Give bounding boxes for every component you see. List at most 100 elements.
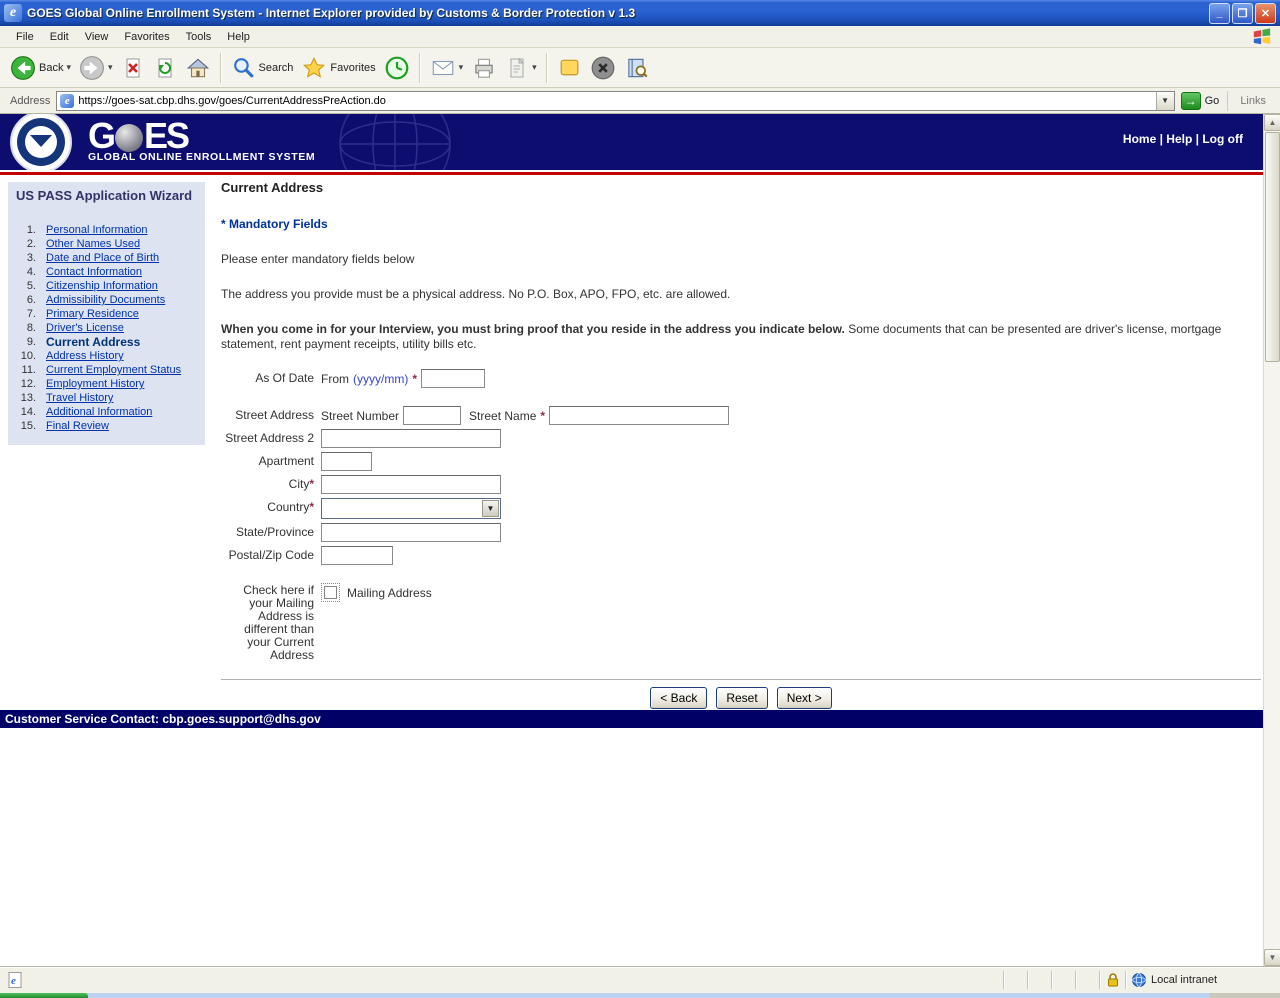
back-dropdown-icon[interactable]: ▾	[66, 62, 71, 73]
step-link[interactable]: Driver's License	[46, 321, 124, 335]
discuss-button[interactable]	[553, 51, 586, 85]
go-button[interactable]: → Go	[1180, 91, 1220, 110]
menu-view[interactable]: View	[77, 28, 117, 46]
next-step-button[interactable]: Next >	[776, 687, 832, 709]
state-input[interactable]	[321, 523, 501, 542]
menu-bar: File Edit View Favorites Tools Help	[0, 26, 1280, 48]
nav-logoff-link[interactable]: Log off	[1202, 132, 1243, 146]
reset-button[interactable]: Reset	[716, 687, 768, 709]
back-step-button[interactable]: < Back	[650, 687, 708, 709]
button-row: < Back Reset Next >	[221, 680, 1261, 709]
step-number: 14.	[20, 406, 36, 418]
menu-help[interactable]: Help	[219, 28, 258, 46]
messenger-x-icon	[591, 56, 615, 79]
mailing-address-checkbox[interactable]	[321, 583, 340, 602]
street-name-input[interactable]	[549, 406, 730, 425]
street-number-label: Street Number	[321, 408, 400, 423]
wizard-step: 6. Admissibility Documents	[16, 293, 201, 307]
step-link[interactable]: Citizenship Information	[46, 279, 158, 293]
refresh-icon	[158, 58, 172, 77]
step-link[interactable]: Other Names Used	[46, 237, 140, 251]
status-cell	[1077, 971, 1099, 989]
research-button[interactable]	[620, 51, 654, 85]
mailing-checkbox-label: Mailing Address	[347, 586, 432, 600]
step-link[interactable]: Final Review	[46, 419, 109, 433]
history-button[interactable]	[380, 51, 414, 85]
step-number: 9.	[26, 336, 36, 348]
step-number: 13.	[20, 392, 36, 404]
home-button[interactable]	[181, 51, 215, 85]
history-clock-icon	[385, 56, 409, 79]
restore-button[interactable]: ❐	[1232, 2, 1253, 24]
scrollbar-thumb[interactable]	[1265, 132, 1280, 362]
wizard-step: 3. Date and Place of Birth	[16, 251, 201, 265]
messenger-button[interactable]	[586, 51, 620, 85]
goes-logo-es: ES	[144, 115, 190, 156]
city-input[interactable]	[321, 475, 501, 494]
step-link[interactable]: Current Address	[46, 335, 140, 349]
street-number-input[interactable]	[403, 406, 462, 425]
step-number: 15.	[20, 420, 36, 432]
step-link[interactable]: Personal Information	[46, 223, 148, 237]
back-icon	[11, 55, 35, 80]
go-label: Go	[1204, 94, 1220, 107]
scroll-down-icon[interactable]: ▼	[1264, 949, 1280, 966]
banner-nav: Home | Help | Log off	[1123, 132, 1243, 146]
favorites-button[interactable]: Favorites	[297, 51, 379, 85]
step-link[interactable]: Current Employment Status	[46, 363, 181, 377]
menu-favorites[interactable]: Favorites	[116, 28, 177, 46]
nav-separator: |	[1156, 132, 1167, 146]
start-button-fragment[interactable]	[0, 993, 88, 998]
menu-file[interactable]: File	[8, 28, 42, 46]
status-cell	[1029, 971, 1051, 989]
print-button[interactable]	[467, 51, 501, 85]
country-select[interactable]: ▼	[321, 498, 501, 519]
address-dropdown-icon[interactable]: ▼	[1155, 91, 1174, 110]
wizard-step: 9. Current Address	[16, 335, 201, 349]
step-link[interactable]: Address History	[46, 349, 124, 363]
state-label: State/Province	[235, 525, 314, 539]
nav-home-link[interactable]: Home	[1123, 132, 1156, 146]
links-toolbar[interactable]: Links	[1227, 90, 1276, 111]
menu-edit[interactable]: Edit	[42, 28, 77, 46]
nav-help-link[interactable]: Help	[1166, 132, 1192, 146]
step-link[interactable]: Travel History	[46, 391, 113, 405]
search-button[interactable]: Search	[227, 51, 298, 85]
step-link[interactable]: Contact Information	[46, 265, 142, 279]
postal-input[interactable]	[321, 546, 393, 565]
apartment-input[interactable]	[321, 452, 372, 471]
address-input[interactable]: e https://goes-sat.cbp.dhs.gov/goes/Curr…	[56, 90, 1175, 111]
back-button[interactable]: Back ▾	[6, 51, 75, 85]
step-link[interactable]: Admissibility Documents	[46, 293, 165, 307]
scroll-up-icon[interactable]: ▲	[1264, 114, 1280, 131]
wizard-sidebar: US PASS Application Wizard 1. Personal I…	[8, 182, 205, 445]
menu-tools[interactable]: Tools	[178, 28, 220, 46]
wizard-step: 4. Contact Information	[16, 265, 201, 279]
city-row: City*	[221, 475, 1261, 494]
refresh-button[interactable]	[149, 51, 181, 85]
from-date-input[interactable]	[421, 369, 485, 388]
forward-button[interactable]: ▾	[75, 51, 117, 85]
intro-line-1: Please enter mandatory fields below	[221, 252, 415, 266]
close-button[interactable]: ✕	[1255, 2, 1276, 24]
edit-dropdown-icon[interactable]: ▾	[532, 62, 537, 73]
mail-button[interactable]: ▾	[426, 51, 468, 85]
stop-button[interactable]	[117, 51, 149, 85]
wizard-step: 10. Address History	[16, 349, 201, 363]
address-label: Address	[10, 94, 51, 107]
step-link[interactable]: Employment History	[46, 377, 144, 391]
step-link[interactable]: Date and Place of Birth	[46, 251, 159, 265]
minimize-button[interactable]: _	[1209, 2, 1230, 24]
edit-button[interactable]: ▾	[501, 51, 541, 85]
required-asterisk: *	[540, 408, 546, 423]
step-number: 4.	[26, 266, 36, 278]
street-address2-input[interactable]	[321, 429, 501, 448]
mail-dropdown-icon[interactable]: ▾	[459, 62, 464, 73]
forward-dropdown-icon[interactable]: ▾	[108, 62, 113, 73]
vertical-scrollbar[interactable]: ▲ ▼	[1263, 114, 1280, 966]
step-link[interactable]: Primary Residence	[46, 307, 139, 321]
mailing-question-label: Check here if your Mailing Address is di…	[243, 583, 314, 662]
windows-flag-icon	[1253, 27, 1271, 44]
goes-banner: G ES GLOBAL ONLINE ENROLLMENT SYSTEM Hom…	[0, 114, 1263, 170]
step-link[interactable]: Additional Information	[46, 405, 152, 419]
